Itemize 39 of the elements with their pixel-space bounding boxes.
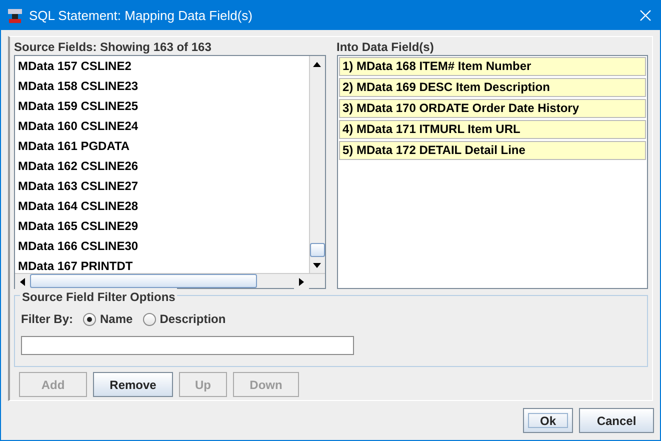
list-item[interactable]: MData 157 CSLINE2	[15, 56, 308, 76]
list-item[interactable]: MData 167 PRINTDT	[15, 256, 308, 273]
panel-label: Into Data Field(s)	[336, 40, 435, 55]
dialog-button[interactable]: Cancel	[579, 408, 654, 433]
list-item[interactable]: MData 162 CSLINE26	[15, 156, 308, 176]
list-item[interactable]: 2) MData 169 DESC Item Description	[338, 78, 646, 97]
action-button[interactable]: Remove	[93, 372, 173, 397]
list-item[interactable]: MData 165 CSLINE29	[15, 216, 308, 236]
down-arrow-icon	[313, 262, 321, 268]
scroll-thumb[interactable]	[30, 274, 257, 288]
list-item[interactable]: MData 158 CSLINE23	[15, 76, 308, 96]
radio-label[interactable]: Name	[100, 310, 133, 328]
filter-input[interactable]	[21, 336, 354, 355]
close-icon	[640, 10, 650, 21]
app-icon	[7, 8, 23, 24]
list-item[interactable]: MData 166 CSLINE30	[15, 236, 308, 256]
group-title: Source Field Filter Options	[20, 288, 178, 306]
list-item[interactable]: 1) MData 168 ITEM# Item Number	[338, 57, 646, 76]
list-item[interactable]: 5) MData 172 DETAIL Detail Line	[338, 141, 646, 160]
dialog-button[interactable]: Ok	[523, 408, 573, 433]
list-item[interactable]: 3) MData 170 ORDATE Order Date History	[338, 99, 646, 118]
window-title: SQL Statement: Mapping Data Field(s)	[29, 6, 254, 25]
radio-button[interactable]	[83, 312, 96, 326]
list-item[interactable]: MData 164 CSLINE28	[15, 196, 308, 216]
list-item[interactable]: 4) MData 171 ITMURL Item URL	[338, 120, 646, 139]
list-item[interactable]: MData 161 PGDATA	[15, 136, 308, 156]
filter-label: Filter By:	[21, 311, 74, 328]
panel-label: Source Fields: Showing 163 of 163	[14, 40, 212, 55]
scroll-thumb[interactable]	[310, 243, 324, 257]
radio-button[interactable]	[142, 312, 156, 326]
left-arrow-icon	[20, 278, 25, 286]
list-item[interactable]: MData 163 CSLINE27	[15, 176, 308, 196]
right-arrow-icon	[298, 278, 304, 286]
into-list[interactable]: 1) MData 168 ITEM# Item Number 2) MData 169 DESC Item Description 3) MData 170 ORDATE Order Date History 4) MData 171 ITMURL Item URL 5) MData 172 DETAIL Detail Line	[336, 55, 648, 289]
list-item[interactable]: MData 159 CSLINE25	[15, 96, 308, 116]
up-arrow-icon	[313, 62, 321, 66]
source-list[interactable]	[14, 55, 326, 289]
list-item[interactable]: MData 160 CSLINE24	[15, 116, 308, 136]
radio-label[interactable]: Description	[160, 310, 226, 328]
